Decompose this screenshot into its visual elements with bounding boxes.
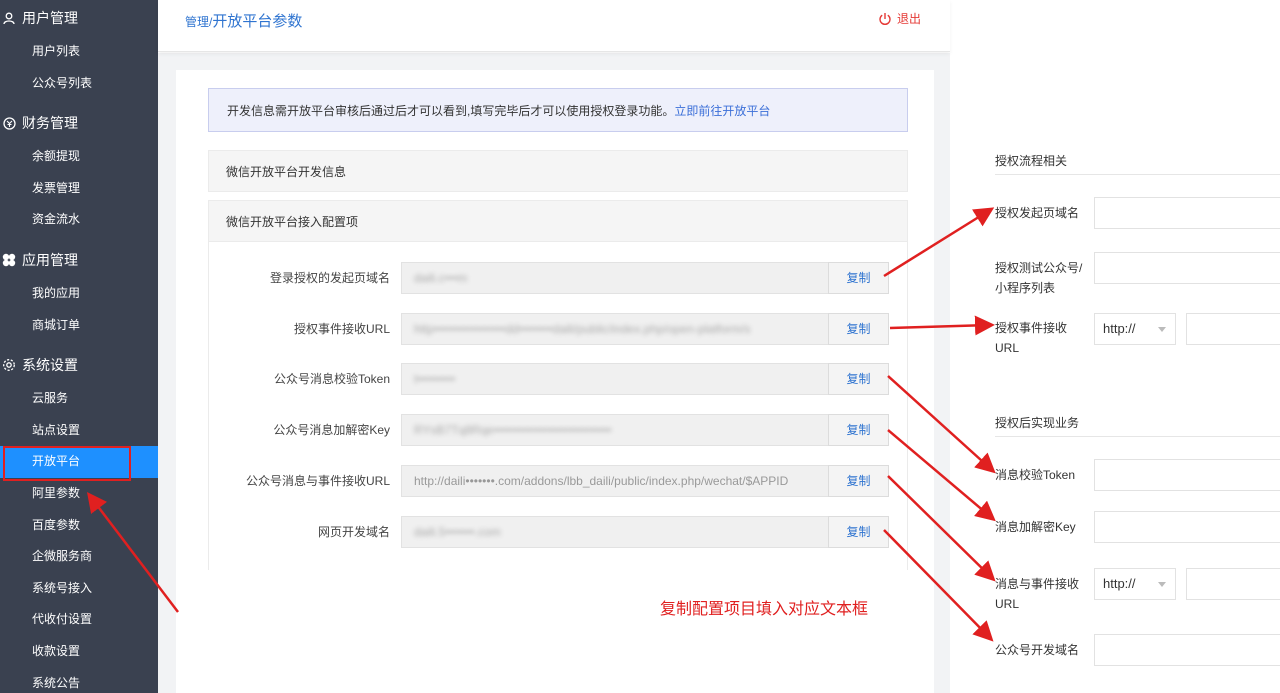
msg-url-input[interactable]	[1186, 568, 1280, 600]
sidebar-group-label: 用户管理	[22, 10, 78, 26]
test-accounts-label: 授权测试公众号/小程序列表	[995, 261, 1083, 295]
test-accounts-input[interactable]	[1094, 252, 1280, 284]
chevron-down-icon	[1158, 582, 1166, 587]
sidebar-item-wecom-provider[interactable]: 企微服务商	[0, 541, 158, 573]
sidebar-item-shop-orders[interactable]: 商城订单	[0, 310, 158, 342]
event-url-field[interactable]: http•••••••••••••••••dd••••••••daili/pub…	[401, 313, 829, 345]
field-label: 公众号消息加解密Key	[273, 423, 390, 437]
copy-button[interactable]: 复制	[828, 465, 889, 497]
sidebar-item-cash-flow[interactable]: 资金流水	[0, 204, 158, 236]
logout-button[interactable]: 退出	[878, 10, 921, 27]
field-label: 登录授权的发起页域名	[269, 271, 390, 285]
sidebar-item-site-settings[interactable]: 站点设置	[0, 415, 158, 447]
sidebar-item-announcement[interactable]: 系统公告	[0, 668, 158, 693]
token-input[interactable]	[1094, 459, 1280, 491]
sidebar-item-user-list[interactable]: 用户列表	[0, 36, 158, 68]
notice-banner: 开发信息需开放平台审核后通过后才可以看到,填写完毕后才可以使用授权登录功能。立即…	[208, 88, 908, 132]
chevron-down-icon	[1158, 327, 1166, 332]
auth-domain-input[interactable]	[1094, 197, 1280, 229]
sidebar-item-system-account[interactable]: 系统号接入	[0, 573, 158, 605]
web-domain-field[interactable]: daili.5•••••••.com	[401, 516, 829, 548]
dev-domain-label: 公众号开发域名	[995, 643, 1080, 657]
sidebar-group-finance[interactable]: 财务管理	[0, 105, 158, 141]
sidebar-item-my-apps[interactable]: 我的应用	[0, 278, 158, 310]
sidebar-group-user-management[interactable]: 用户管理	[0, 0, 158, 36]
sidebar: 用户管理 用户列表 公众号列表 财务管理 余额提现 发票管理 资金流水 应用管理…	[0, 0, 158, 693]
finance-icon	[2, 116, 16, 130]
apps-icon	[2, 253, 16, 267]
dev-domain-input[interactable]	[1094, 634, 1280, 666]
logout-label: 退出	[897, 12, 922, 26]
top-header: 管理/开放平台参数 退出	[158, 0, 950, 52]
token-field[interactable]: t•••••••••	[401, 363, 829, 395]
copy-button[interactable]: 复制	[828, 516, 889, 548]
right-section-title-auth: 授权流程相关	[995, 154, 1068, 168]
config-row-token: 公众号消息校验Token t••••••••• 复制	[208, 363, 908, 395]
msg-url-label: 消息与事件接收URL	[995, 577, 1080, 611]
field-label: 授权事件接收URL	[293, 322, 390, 336]
open-platform-link[interactable]: 立即前往开放平台	[674, 104, 770, 118]
section-dev-info[interactable]: 微信开放平台开发信息	[208, 150, 908, 192]
config-row-aes-key: 公众号消息加解密Key RYsB7Tq8Rqe•••••••••••••••••…	[208, 414, 908, 446]
config-row-msg-url: 公众号消息与事件接收URL http://daili•••••••.com/ad…	[208, 465, 908, 497]
select-value: http://	[1103, 321, 1136, 336]
copy-button[interactable]: 复制	[828, 414, 889, 446]
msg-url-protocol-select[interactable]: http://	[1094, 568, 1176, 600]
divider	[995, 174, 1280, 175]
field-label: 网页开发域名	[317, 525, 390, 539]
sidebar-item-withdraw[interactable]: 余额提现	[0, 141, 158, 173]
event-url-label: 授权事件接收URL	[995, 321, 1068, 355]
field-value: http•••••••••••••••••dd••••••••daili/pub…	[414, 322, 751, 336]
token-label: 消息校验Token	[995, 468, 1076, 482]
event-url-input[interactable]	[1186, 313, 1280, 345]
field-value: http://daili•••••••.com/addons/lbb_daili…	[414, 474, 789, 488]
copy-button[interactable]: 复制	[828, 313, 889, 345]
sidebar-item-ali-params[interactable]: 阿里参数	[0, 478, 158, 510]
field-value: t•••••••••	[414, 372, 456, 386]
field-label: 公众号消息校验Token	[273, 372, 390, 386]
page-title: 开放平台参数	[212, 13, 303, 30]
sidebar-item-cloud-service[interactable]: 云服务	[0, 383, 158, 415]
aes-key-input[interactable]	[1094, 511, 1280, 543]
section-config[interactable]: 微信开放平台接入配置项	[208, 200, 908, 242]
msg-url-field[interactable]: http://daili•••••••.com/addons/lbb_daili…	[401, 465, 829, 497]
settings-icon	[2, 358, 16, 372]
breadcrumb-parent[interactable]: 管理/	[185, 15, 212, 29]
right-section-title-business: 授权后实现业务	[995, 416, 1080, 430]
field-value: daili.5•••••••.com	[414, 525, 501, 539]
config-row-auth-domain: 登录授权的发起页域名 daili.c•••m 复制	[208, 262, 908, 294]
aes-key-field[interactable]: RYsB7Tq8Rqe••••••••••••••••••••••••••••	[401, 414, 829, 446]
field-value: RYsB7Tq8Rqe••••••••••••••••••••••••••••	[414, 423, 612, 437]
sidebar-group-label: 应用管理	[22, 251, 78, 268]
sidebar-item-collection[interactable]: 收款设置	[0, 636, 158, 668]
sidebar-group-apps[interactable]: 应用管理	[0, 242, 158, 278]
config-row-event-url: 授权事件接收URL http•••••••••••••••••dd•••••••…	[208, 313, 908, 345]
auth-domain-label: 授权发起页域名	[995, 206, 1080, 220]
sidebar-item-payment-agent[interactable]: 代收付设置	[0, 604, 158, 636]
field-label: 公众号消息与事件接收URL	[245, 474, 390, 488]
config-row-web-domain: 网页开发域名 daili.5•••••••.com 复制	[208, 516, 908, 548]
divider	[995, 436, 1280, 437]
annotation-text: 复制配置项目填入对应文本框	[660, 601, 869, 618]
copy-button[interactable]: 复制	[828, 363, 889, 395]
user-icon	[2, 11, 16, 25]
event-url-protocol-select[interactable]: http://	[1094, 313, 1176, 345]
breadcrumb: 管理/开放平台参数	[185, 10, 302, 31]
notice-text: 开发信息需开放平台审核后通过后才可以看到,填写完毕后才可以使用授权登录功能。	[227, 104, 675, 118]
sidebar-group-label: 财务管理	[22, 115, 78, 132]
sidebar-item-baidu-params[interactable]: 百度参数	[0, 510, 158, 542]
sidebar-item-open-platform[interactable]: 开放平台	[0, 446, 158, 481]
auth-domain-field[interactable]: daili.c•••m	[401, 262, 829, 294]
field-value: daili.c•••m	[414, 271, 468, 285]
sidebar-item-official-accounts[interactable]: 公众号列表	[0, 68, 158, 100]
sidebar-item-invoice[interactable]: 发票管理	[0, 173, 158, 205]
power-icon	[879, 12, 891, 25]
sidebar-group-label: 系统设置	[22, 357, 78, 374]
sidebar-group-settings[interactable]: 系统设置	[0, 347, 158, 383]
select-value: http://	[1103, 576, 1136, 591]
copy-button[interactable]: 复制	[828, 262, 889, 294]
aes-key-label: 消息加解密Key	[995, 520, 1076, 534]
